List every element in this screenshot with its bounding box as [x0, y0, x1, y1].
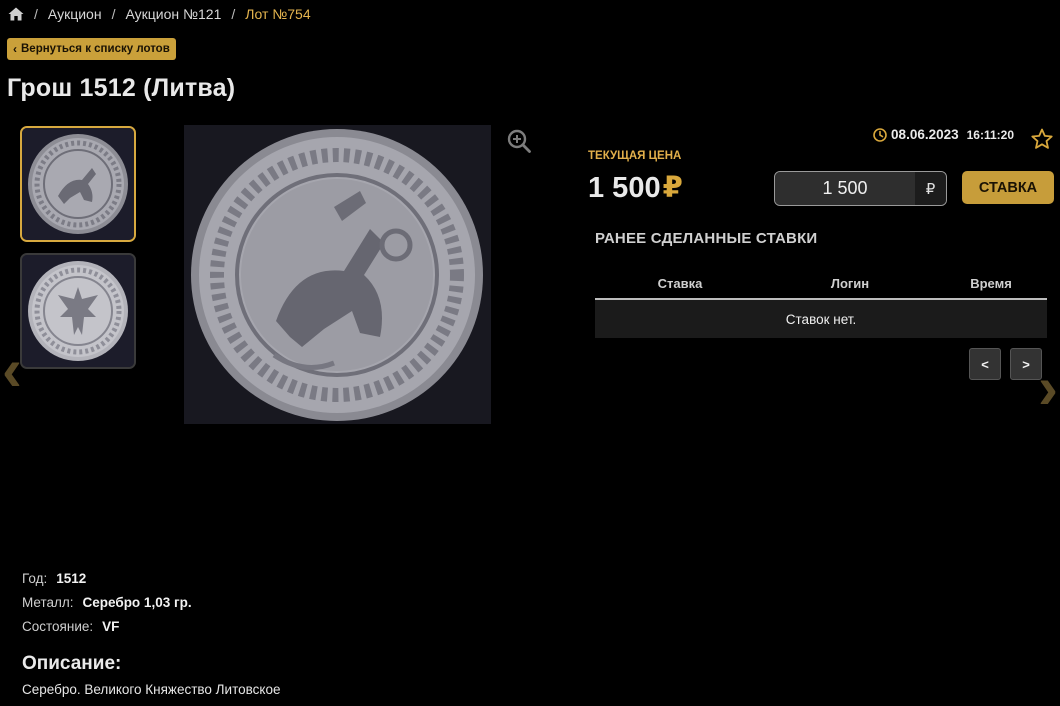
current-price-value: 1 500 [588, 172, 661, 204]
current-price: 1 500₽ [588, 170, 683, 205]
star-icon[interactable] [1030, 127, 1054, 151]
auction-date: 08.06.2023 [891, 127, 959, 142]
description-text: Серебро. Великого Княжество Литовское [22, 682, 281, 697]
bid-history-next-button[interactable]: > [1010, 348, 1042, 380]
breadcrumb-separator: / [111, 6, 116, 22]
table-header: Ставка Логин Время [595, 268, 1047, 300]
description-title: Описание: [22, 653, 122, 674]
lot-specs: Год: 1512 Металл: Серебро 1,03 гр. Состо… [22, 566, 192, 638]
column-header-bid[interactable]: Ставка [595, 276, 765, 291]
breadcrumb-auction[interactable]: Аукцион [48, 6, 102, 22]
main-coin-image[interactable] [184, 125, 491, 424]
bid-history-title: РАНЕЕ СДЕЛАННЫЕ СТАВКИ [595, 230, 818, 247]
bid-amount-input[interactable] [775, 172, 915, 205]
current-price-label: ТЕКУЩАЯ ЦЕНА [588, 150, 682, 162]
bid-currency-symbol: ₽ [915, 172, 946, 205]
spec-row-condition: Состояние: VF [22, 614, 192, 638]
auction-time: 16:11:20 [966, 127, 1014, 142]
breadcrumb-separator: / [34, 6, 38, 22]
clock-icon [873, 127, 887, 142]
back-to-list-label: Вернуться к списку лотов [21, 43, 170, 55]
breadcrumb: / Аукцион / Аукцион №121 / Лот №754 [8, 5, 311, 23]
spec-value: 1512 [56, 570, 87, 586]
spec-label: Год: [22, 570, 48, 586]
spec-row-year: Год: 1512 [22, 566, 192, 590]
spec-label: Металл: [22, 594, 74, 610]
zoom-in-icon[interactable] [506, 128, 532, 154]
empty-bids-message: Ставок нет. [595, 300, 1047, 338]
bid-input-group: ₽ [774, 171, 947, 206]
spec-row-metal: Металл: Серебро 1,03 гр. [22, 590, 192, 614]
breadcrumb-separator: / [231, 6, 236, 22]
home-icon[interactable] [8, 7, 24, 21]
auction-end-datetime: 08.06.2023 16:11:20 [873, 127, 1014, 142]
coin-obverse-thumbnail[interactable] [20, 126, 136, 242]
column-header-login[interactable]: Логин [765, 276, 935, 291]
back-to-list-button[interactable]: ‹ Вернуться к списку лотов [7, 38, 176, 60]
breadcrumb-lot-754[interactable]: Лот №754 [245, 6, 310, 22]
chevron-left-icon: ‹ [13, 42, 17, 56]
breadcrumb-auction-121[interactable]: Аукцион №121 [125, 6, 221, 22]
place-bid-button[interactable]: СТАВКА [962, 171, 1054, 204]
column-header-time[interactable]: Время [935, 276, 1047, 291]
spec-value: VF [102, 618, 120, 634]
currency-symbol: ₽ [662, 172, 683, 204]
chevron-left-icon[interactable]: ‹ [2, 340, 22, 400]
bid-history-prev-button[interactable]: < [969, 348, 1001, 380]
coin-reverse-thumbnail[interactable] [20, 253, 136, 369]
bid-history-table: Ставка Логин Время Ставок нет. [595, 268, 1047, 338]
spec-value: Серебро 1,03 гр. [82, 594, 192, 610]
lot-title: Грош 1512 (Литва) [7, 74, 236, 102]
spec-label: Состояние: [22, 618, 94, 634]
